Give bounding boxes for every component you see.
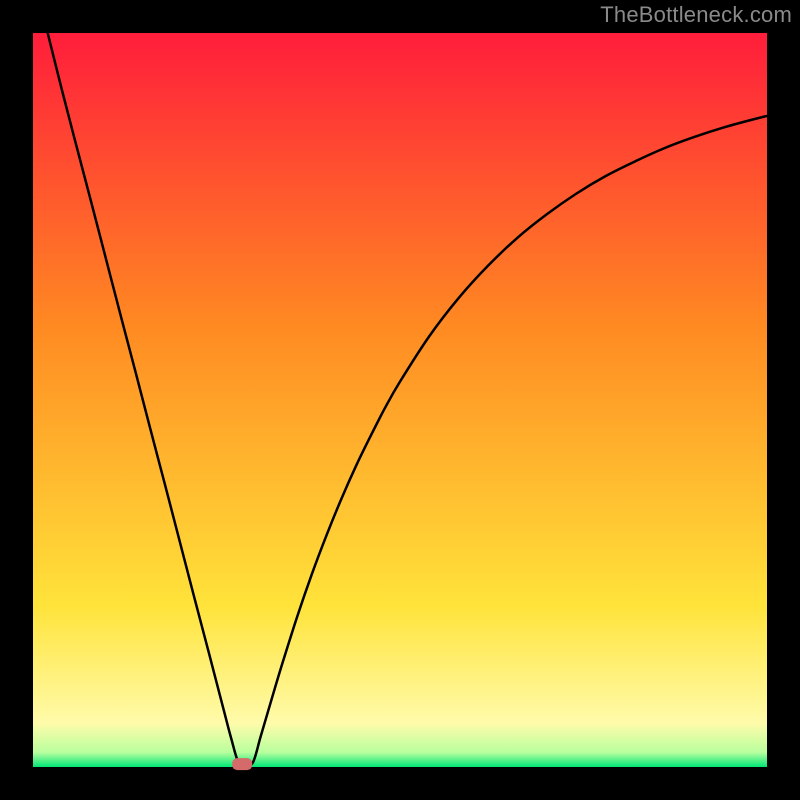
- watermark-text: TheBottleneck.com: [600, 2, 792, 28]
- bottleneck-chart: [0, 0, 800, 800]
- minimum-marker: [232, 758, 252, 770]
- chart-container: TheBottleneck.com: [0, 0, 800, 800]
